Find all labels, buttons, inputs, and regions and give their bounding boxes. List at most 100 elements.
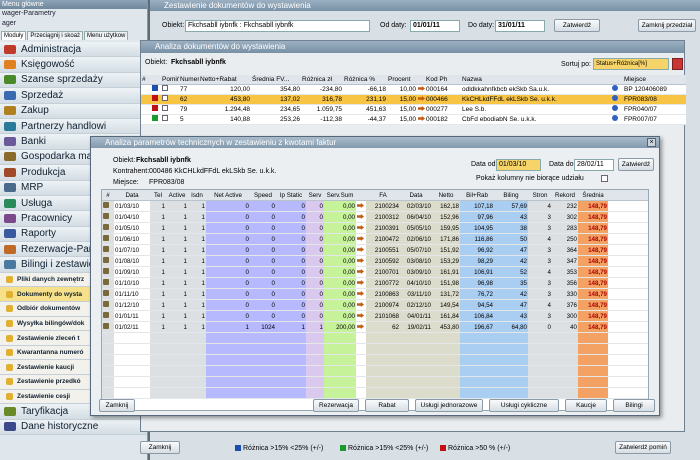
settings-icon[interactable] <box>672 58 683 70</box>
main-close-button[interactable]: Zamknij <box>140 441 180 454</box>
column-header[interactable] <box>356 190 366 200</box>
close-period-button[interactable]: Zamknij przedział <box>638 19 696 32</box>
table-row[interactable]: 62 453,80 137,02 316,78 231,19 15,00 000466 KkC… <box>141 95 686 105</box>
column-header[interactable]: Isdn <box>188 190 206 200</box>
table-row[interactable]: 01/10/10 1 1 1 0 0 0 0 0,00 2100772 04/10/10 151,98… <box>102 278 648 289</box>
column-header[interactable] <box>417 75 425 84</box>
date-to-field[interactable]: 28/02/11 <box>574 159 614 171</box>
table-row[interactable]: 01/09/10 1 1 1 0 0 0 0 0,00 2100701 03/09/10 161,91… <box>102 267 648 278</box>
table-row[interactable]: 01/11/10 1 1 1 0 0 0 0 0,00 2100863 03/11/10 131,72… <box>102 289 648 300</box>
dialog-close-button[interactable]: Zamknij <box>99 399 135 412</box>
column-header[interactable]: Średnia <box>578 190 608 200</box>
object-select[interactable]: Fkchsabll iybnfk : Fkchsabll iybnfk <box>185 20 370 32</box>
edit-icon[interactable] <box>103 224 109 230</box>
menu-item[interactable]: Księgowość <box>0 57 147 73</box>
edit-icon[interactable] <box>103 235 109 241</box>
module-icon <box>6 276 13 284</box>
column-header[interactable]: Ip Static <box>276 190 306 200</box>
billings-button[interactable]: Bilingi <box>613 399 655 412</box>
edit-icon[interactable] <box>103 257 109 263</box>
skip-checkbox[interactable] <box>162 95 168 101</box>
table-row[interactable]: 01/04/10 1 1 1 0 0 0 0 0,00 2100312 06/04/10 152,96… <box>102 212 648 223</box>
column-header[interactable] <box>611 75 623 84</box>
table-row[interactable]: 01/03/10 1 1 1 0 0 0 0 0,00 2100234 02/03/10 162,18… <box>102 201 648 212</box>
column-header[interactable]: Tel <box>150 190 166 200</box>
cell-kod: 000182 <box>426 116 448 123</box>
column-header[interactable]: # <box>102 190 114 200</box>
edit-icon[interactable] <box>103 268 109 274</box>
column-header[interactable]: Rekord <box>552 190 578 200</box>
empty-cell <box>366 355 400 365</box>
edit-icon[interactable] <box>103 312 109 318</box>
edit-icon[interactable] <box>103 301 109 307</box>
show-columns-checkbox[interactable] <box>601 175 608 182</box>
sort-select[interactable]: Status+Różnica[%] <box>593 58 669 70</box>
table-row[interactable]: 01/12/10 1 1 1 0 0 0 0 0,00 2100974 02/12/10 149,54… <box>102 300 648 311</box>
confirm-skip-button[interactable]: Zatwierdź pomiń <box>615 441 671 454</box>
menu-item[interactable]: Dane historyczne <box>0 419 147 435</box>
close-icon[interactable]: × <box>647 138 656 147</box>
column-header[interactable]: Procent <box>387 75 417 84</box>
table-row[interactable]: 5 140,88 253,26 -112,38 -44,37 15,00 000182 CbF… <box>141 115 686 125</box>
column-header[interactable]: Pomiń <box>161 75 179 84</box>
tab-drag-drop[interactable]: Przeciągnij i skoaż <box>27 31 84 40</box>
table-row[interactable]: 01/01/11 1 1 1 0 0 0 0 0,00 2101068 04/01/11 161,84… <box>102 311 648 322</box>
menu-item[interactable]: Administracja <box>0 42 147 58</box>
column-header[interactable]: Active <box>166 190 188 200</box>
discount-button[interactable]: Rabat <box>365 399 409 412</box>
deposits-button[interactable]: Kaucje <box>565 399 607 412</box>
column-header[interactable]: Netto <box>432 190 460 200</box>
recurring-services-button[interactable]: Usługi cykliczne <box>489 399 559 412</box>
column-header[interactable]: Nazwa <box>461 75 611 84</box>
column-header[interactable]: Speed <box>250 190 276 200</box>
menu-item[interactable]: Szanse sprzedaży <box>0 72 147 89</box>
date-to-field[interactable]: 31/01/11 <box>495 20 545 32</box>
confirm-button[interactable]: Zatwierdź <box>554 19 600 32</box>
column-header[interactable]: Data <box>400 190 432 200</box>
column-header[interactable]: FA <box>366 190 400 200</box>
table-row[interactable]: 01/07/10 1 1 1 0 0 0 0 0,00 2100551 05/07/10 151,92… <box>102 245 648 256</box>
cell: 0 <box>306 311 324 321</box>
column-header[interactable]: Net Active <box>206 190 250 200</box>
tab-user-menu[interactable]: Menu użytkow <box>84 31 129 40</box>
column-header[interactable]: Data <box>114 190 150 200</box>
column-header[interactable]: Netto+Rabat <box>199 75 251 84</box>
tab-modules[interactable]: Moduły <box>1 31 27 40</box>
edit-icon[interactable] <box>103 290 109 296</box>
column-header[interactable]: Biling <box>494 190 528 200</box>
table-row[interactable]: 79 1.294,48 234,65 1.059,75 451,63 15,00 00027… <box>141 105 686 115</box>
column-header[interactable]: Numer <box>179 75 199 84</box>
one-time-services-button[interactable]: Usługi jednorazowe <box>415 399 483 412</box>
column-header[interactable]: Bil+Rab <box>460 190 494 200</box>
column-header[interactable]: Miejsce <box>623 75 683 84</box>
column-header[interactable]: Stron <box>528 190 552 200</box>
table-row[interactable]: 77 120,00 354,80 -234,80 -66,18 10,00 000164 od… <box>141 85 686 95</box>
skip-checkbox[interactable] <box>162 115 168 121</box>
column-header[interactable]: Kod Ph <box>425 75 461 84</box>
edit-icon[interactable] <box>103 279 109 285</box>
column-header[interactable]: Serv.Sum <box>324 190 356 200</box>
table-row[interactable]: 01/05/10 1 1 1 0 0 0 0 0,00 2100391 05/05/10 159,95… <box>102 223 648 234</box>
menu-item[interactable]: Partnerzy handlowi <box>0 118 147 135</box>
column-header[interactable]: Różnica % <box>343 75 387 84</box>
menu-item[interactable]: Sprzedaż <box>0 88 147 104</box>
column-header[interactable]: Średnia FV... <box>251 75 301 84</box>
column-header[interactable]: # <box>141 75 151 84</box>
table-row[interactable]: 01/02/11 1 1 1 1 1024 1 1 200,00 62 19/02/11 453,80… <box>102 322 648 333</box>
column-header[interactable] <box>151 75 161 84</box>
edit-icon[interactable] <box>103 323 109 329</box>
edit-icon[interactable] <box>103 202 109 208</box>
column-header[interactable]: Różnica zł <box>301 75 343 84</box>
skip-checkbox[interactable] <box>162 85 168 91</box>
table-row[interactable]: 01/08/10 1 1 1 0 0 0 0 0,00 2100592 03/08/10 153,29… <box>102 256 648 267</box>
skip-checkbox[interactable] <box>162 105 168 111</box>
dialog-confirm-button[interactable]: Zatwierdź <box>618 158 654 171</box>
reservation-button[interactable]: Rezerwacja <box>313 399 359 412</box>
date-from-field[interactable]: 01/01/11 <box>410 20 460 32</box>
edit-icon[interactable] <box>103 213 109 219</box>
menu-item[interactable]: Zakup <box>0 103 147 119</box>
table-row[interactable]: 01/06/10 1 1 1 0 0 0 0 0,00 2100472 02/06/10 171,86… <box>102 234 648 245</box>
date-from-field[interactable]: 01/03/10 <box>496 159 541 171</box>
edit-icon[interactable] <box>103 246 109 252</box>
column-header[interactable]: Serv <box>306 190 324 200</box>
